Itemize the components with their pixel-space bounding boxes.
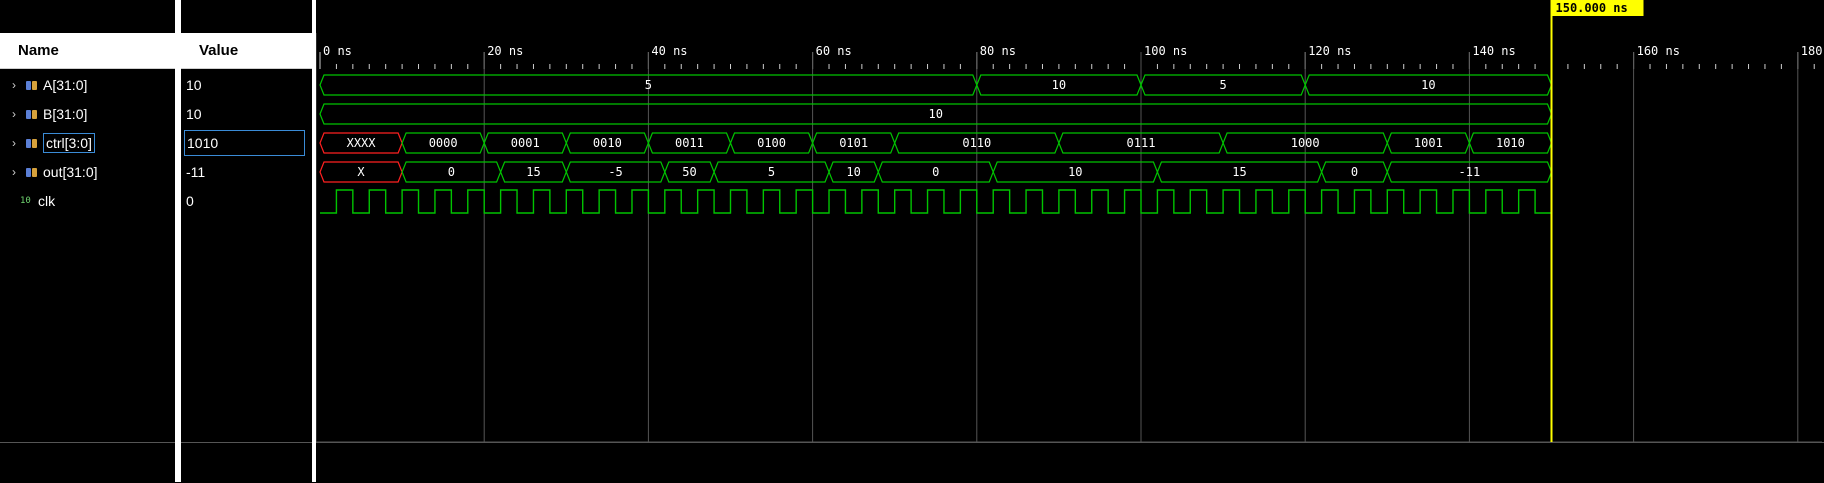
signal-name: B[31:0] bbox=[43, 106, 88, 122]
ctrl-value-label: 0000 bbox=[429, 136, 458, 150]
signal-name: out[31:0] bbox=[43, 164, 98, 180]
clk-waveform bbox=[320, 189, 1552, 214]
signal-row-B[interactable]: › B[31:0] bbox=[8, 101, 87, 127]
A-value-label: 5 bbox=[645, 78, 652, 92]
signal-name: clk bbox=[38, 193, 56, 209]
ctrl-value-label: 0110 bbox=[962, 136, 991, 150]
ctrl-value-label: 0011 bbox=[675, 136, 704, 150]
out-value-label: 5 bbox=[768, 165, 775, 179]
signal-row-clk[interactable]: 10 clk bbox=[8, 188, 55, 214]
ruler-label: 180 bbox=[1801, 44, 1822, 58]
ruler-label: 140 ns bbox=[1472, 44, 1515, 58]
name-header-label: Name bbox=[18, 42, 59, 59]
signal-name: ctrl[3:0] bbox=[43, 133, 95, 153]
ctrl-value-label: 0100 bbox=[757, 136, 786, 150]
A-value-label: 10 bbox=[1421, 78, 1435, 92]
ctrl-value-label: 0010 bbox=[593, 136, 622, 150]
signal-row-ctrl[interactable]: › ctrl[3:0] bbox=[8, 130, 95, 156]
B-value-label: 10 bbox=[929, 107, 943, 121]
expand-chevron-icon[interactable]: › bbox=[8, 78, 20, 92]
out-value-label: 10 bbox=[1068, 165, 1082, 179]
signal-value[interactable]: 10 bbox=[184, 101, 305, 127]
ctrl-value-label: 0001 bbox=[511, 136, 540, 150]
ctrl-value-label: XXXX bbox=[347, 136, 377, 150]
ruler-label: 40 ns bbox=[651, 44, 687, 58]
signal-value[interactable]: -11 bbox=[184, 159, 305, 185]
out-value-label: 15 bbox=[526, 165, 540, 179]
bus-signal-icon bbox=[26, 167, 39, 178]
signal-row-out[interactable]: › out[31:0] bbox=[8, 159, 98, 185]
signal-row-A[interactable]: › A[31:0] bbox=[8, 72, 87, 98]
ctrl-value-label: 1001 bbox=[1414, 136, 1443, 150]
signal-value[interactable]: 1010 bbox=[184, 130, 305, 156]
ctrl-value-label: 0111 bbox=[1127, 136, 1156, 150]
name-panel: Name › A[31:0] › B[31:0] › ctrl[3:0] › out[31:0… bbox=[0, 0, 175, 482]
bus-signal-icon bbox=[26, 80, 39, 91]
out-value-label: 10 bbox=[846, 165, 860, 179]
signal-name: A[31:0] bbox=[43, 77, 88, 93]
wire-signal-icon: 10 bbox=[20, 196, 31, 206]
A-value-label: 10 bbox=[1052, 78, 1066, 92]
cursor-label: 150.000 ns bbox=[1556, 1, 1628, 15]
out-value-label: 50 bbox=[682, 165, 696, 179]
ctrl-value-label: 1000 bbox=[1291, 136, 1320, 150]
value-column-header[interactable]: Value bbox=[181, 33, 312, 69]
bus-signal-icon bbox=[26, 138, 39, 149]
out-value-label: 0 bbox=[448, 165, 455, 179]
value-header-label: Value bbox=[199, 42, 239, 59]
out-value-label: -11 bbox=[1459, 165, 1481, 179]
value-wave-divider-overlay bbox=[312, 0, 316, 482]
ruler-label: 20 ns bbox=[487, 44, 523, 58]
status-bar bbox=[0, 442, 1824, 483]
timeline-ruler bbox=[316, 33, 1822, 69]
ruler-label: 0 ns bbox=[323, 44, 352, 58]
signal-value[interactable]: 0 bbox=[184, 188, 305, 214]
expand-chevron-icon[interactable]: › bbox=[8, 165, 20, 179]
ctrl-value-label: 1010 bbox=[1496, 136, 1525, 150]
ruler-label: 100 ns bbox=[1144, 44, 1187, 58]
out-value-label: 15 bbox=[1232, 165, 1246, 179]
out-value-label: -5 bbox=[608, 165, 622, 179]
bus-signal-icon bbox=[26, 109, 39, 120]
out-value-label: 0 bbox=[1351, 165, 1358, 179]
expand-chevron-icon[interactable]: › bbox=[8, 136, 20, 150]
ruler-label: 60 ns bbox=[816, 44, 852, 58]
out-value-label: X bbox=[357, 165, 365, 179]
name-value-divider-overlay bbox=[175, 0, 181, 482]
signal-value[interactable]: 10 bbox=[184, 72, 305, 98]
out-value-label: 0 bbox=[932, 165, 939, 179]
waveform-canvas[interactable]: 0 ns 20 ns 40 ns 60 ns 80 ns 100 ns 120 ns 140 … bbox=[316, 0, 1822, 482]
ruler-label: 120 ns bbox=[1308, 44, 1351, 58]
ctrl-value-label: 0101 bbox=[839, 136, 868, 150]
A-value-label: 5 bbox=[1219, 78, 1226, 92]
ruler-label: 160 ns bbox=[1637, 44, 1680, 58]
ruler-label: 80 ns bbox=[980, 44, 1016, 58]
expand-chevron-icon[interactable]: › bbox=[8, 107, 20, 121]
name-column-header[interactable]: Name bbox=[0, 33, 175, 69]
